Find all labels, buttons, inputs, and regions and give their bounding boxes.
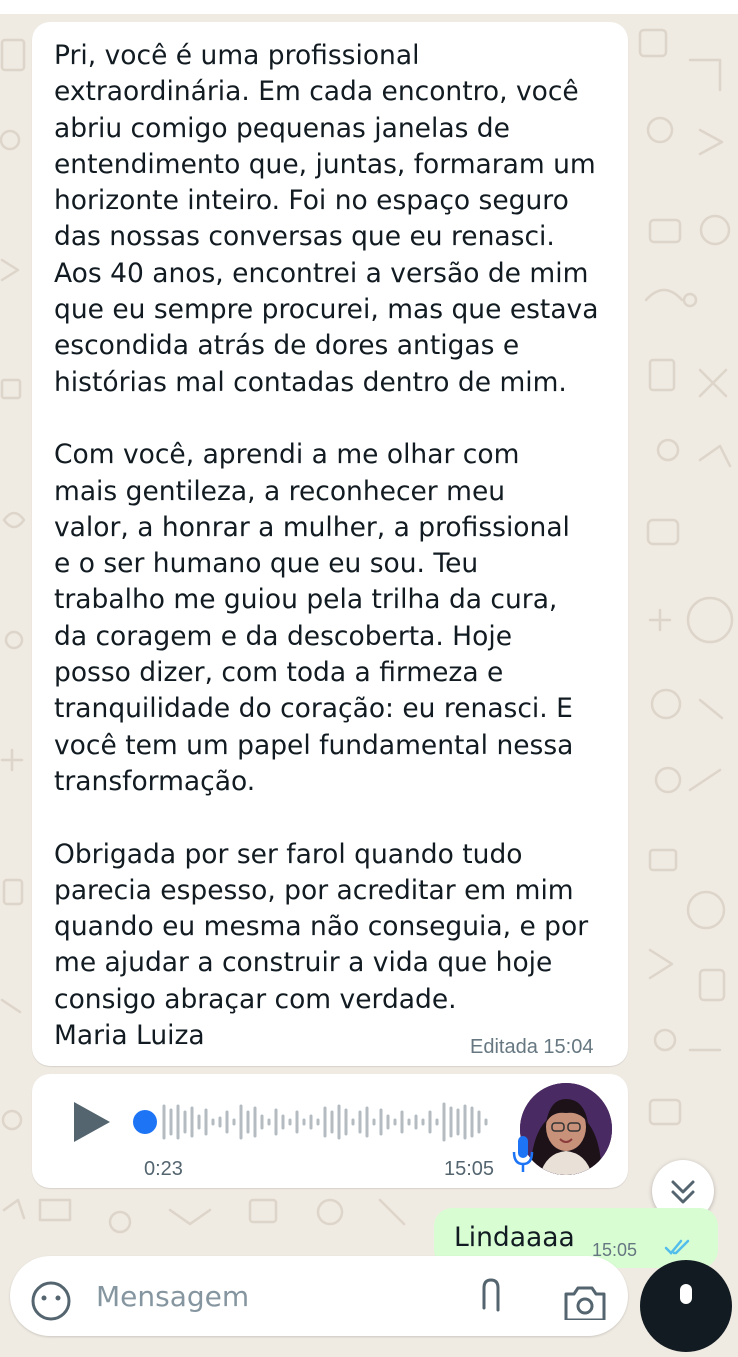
audio-waveform[interactable]: [160, 1100, 500, 1144]
double-check-icon: [664, 1239, 690, 1255]
voice-record-button[interactable]: [640, 1260, 732, 1352]
audio-timestamp: 15:05: [444, 1158, 495, 1180]
camera-icon[interactable]: [562, 1280, 608, 1320]
message-meta: Editada 15:04: [470, 1036, 594, 1058]
emoji-icon[interactable]: [28, 1278, 74, 1324]
audio-duration: 0:23: [144, 1158, 183, 1180]
microphone-icon: [512, 1136, 534, 1172]
incoming-message-text: Pri, você é uma profissional extraordiná…: [54, 40, 599, 1052]
outgoing-message-text: Lindaaaa: [454, 1222, 575, 1253]
message-input[interactable]: [96, 1276, 456, 1316]
play-icon[interactable]: [74, 1102, 110, 1142]
audio-progress-knob[interactable]: [133, 1110, 157, 1134]
microphone-icon: [680, 1284, 692, 1304]
attach-icon[interactable]: [474, 1278, 508, 1318]
top-status-strip: [0, 0, 738, 14]
